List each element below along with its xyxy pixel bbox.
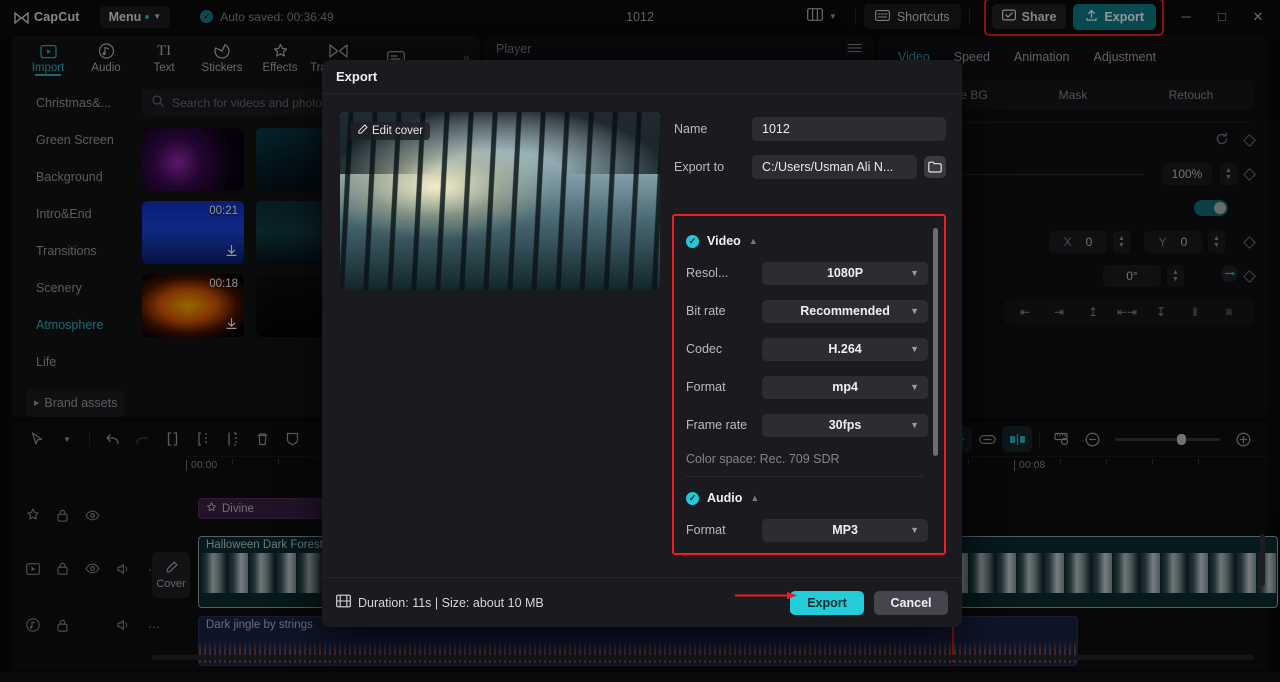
folder-icon[interactable] [924, 156, 946, 178]
dialog-title: Export [322, 60, 962, 94]
color-space-text: Color space: Rec. 709 SDR [686, 452, 840, 466]
dialog-export-button[interactable]: Export [790, 590, 864, 615]
audio-format-select[interactable]: MP3 ▼ [762, 518, 928, 542]
codec-select[interactable]: H.264 ▼ [762, 337, 928, 361]
export-settings-highlight-box: ✓ Video ▲ Resol... 1080P ▼ Bit rate Reco… [672, 214, 946, 555]
preview-column: Edit cover [340, 112, 660, 577]
chevron-down-icon: ▼ [910, 268, 919, 278]
edit-cover-label: Edit cover [372, 125, 424, 137]
audio-section-title: Audio [707, 491, 743, 505]
dialog-footer: Duration: 11s | Size: about 10 MB Export… [322, 577, 962, 627]
codec-label: Codec [686, 342, 723, 356]
bitrate-row: Bit rate Recommended ▼ [686, 292, 928, 330]
capcut-window: CapCut Menu ▼ ✓ Auto saved: 00:36:49 101… [0, 0, 1280, 682]
codec-value: H.264 [828, 342, 862, 356]
chevron-down-icon: ▼ [910, 420, 919, 430]
name-row: Name [674, 112, 946, 146]
format-row: Format mp4 ▼ [686, 368, 928, 406]
chevron-up-icon[interactable]: ▲ [750, 493, 759, 503]
dialog-body: Edit cover Name Export to C:/Users/Usman… [322, 94, 962, 577]
format-value: mp4 [832, 380, 858, 394]
format-label: Format [686, 380, 726, 394]
export-to-row: Export to C:/Users/Usman Ali N... [674, 150, 946, 184]
video-enabled-checkbox[interactable]: ✓ [686, 234, 699, 248]
resolution-value: 1080P [826, 266, 864, 280]
chevron-down-icon: ▼ [910, 382, 919, 392]
framerate-label: Frame rate [686, 418, 748, 432]
export-path-input[interactable]: C:/Users/Usman Ali N... [752, 155, 917, 179]
audio-format-row: Format MP3 ▼ [686, 511, 928, 549]
format-select[interactable]: mp4 ▼ [762, 375, 928, 399]
name-input[interactable] [752, 117, 946, 141]
edit-cover-button[interactable]: Edit cover [350, 122, 431, 140]
film-icon [336, 594, 351, 611]
export-to-label: Export to [674, 160, 725, 174]
audio-enabled-checkbox[interactable]: ✓ [686, 491, 699, 505]
bitrate-select[interactable]: Recommended ▼ [762, 299, 928, 323]
resolution-select[interactable]: 1080P ▼ [762, 261, 928, 285]
resolution-row: Resol... 1080P ▼ [686, 254, 928, 292]
cover-preview[interactable]: Edit cover [340, 112, 660, 290]
edit-pencil-icon [357, 124, 368, 138]
framerate-row: Frame rate 30fps ▼ [686, 406, 928, 444]
chevron-up-icon[interactable]: ▲ [749, 236, 758, 246]
video-section-header: ✓ Video ▲ [686, 228, 928, 254]
duration-info: Duration: 11s | Size: about 10 MB [336, 594, 544, 611]
audio-format-value: MP3 [832, 523, 858, 537]
chevron-down-icon: ▼ [910, 306, 919, 316]
audio-format-label: Format [686, 523, 726, 537]
settings-scrollbar[interactable] [933, 228, 938, 456]
framerate-value: 30fps [828, 418, 862, 432]
framerate-select[interactable]: 30fps ▼ [762, 413, 928, 437]
chevron-down-icon: ▼ [910, 344, 919, 354]
resolution-label: Resol... [686, 266, 729, 280]
duration-text: Duration: 11s | Size: about 10 MB [358, 595, 544, 610]
divider [686, 476, 924, 477]
dialog-cancel-button[interactable]: Cancel [874, 590, 948, 615]
chevron-down-icon: ▼ [910, 525, 919, 535]
bitrate-value: Recommended [800, 304, 890, 318]
export-settings-scroll[interactable]: ✓ Video ▲ Resol... 1080P ▼ Bit rate Reco… [674, 216, 944, 553]
window-bottom-edge [0, 672, 1280, 682]
export-dialog: Export Edit cover Name 1012 Export to C:… [322, 60, 962, 627]
video-section-title: Video [707, 234, 741, 248]
name-label: Name [674, 122, 708, 136]
audio-section-header: ✓ Audio ▲ [686, 485, 928, 511]
annotation-arrow [735, 591, 797, 600]
codec-row: Codec H.264 ▼ [686, 330, 928, 368]
bitrate-label: Bit rate [686, 304, 726, 318]
